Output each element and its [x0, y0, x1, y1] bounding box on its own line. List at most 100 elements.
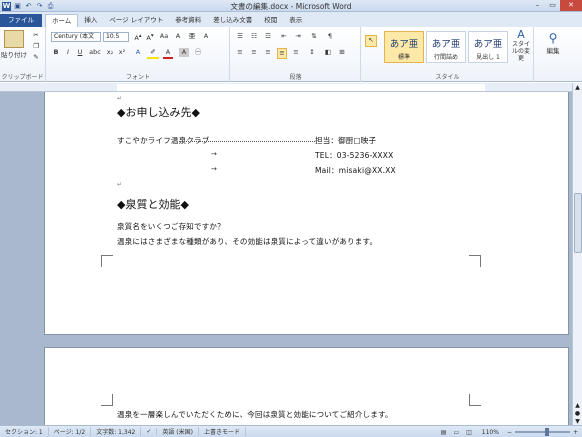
view-web-icon[interactable]: ◫	[464, 429, 474, 436]
minimize-button[interactable]: –	[530, 0, 545, 11]
style-heading1[interactable]: あア亜 見出し 1	[468, 31, 508, 63]
change-case-icon[interactable]: Aa	[159, 32, 169, 41]
style-inspector-icon[interactable]: ↖	[365, 35, 377, 47]
document-page-1[interactable]: ↵ ◆お申し込み先◆ すこやかライフ温泉クラブ 担当：御厨□映子 → TEL：0…	[44, 92, 569, 335]
find-icon[interactable]: ⚲	[541, 31, 565, 45]
tab-page-layout[interactable]: ページ レイアウト	[103, 14, 169, 27]
scroll-up-icon[interactable]: ▲	[573, 84, 582, 91]
editing-button[interactable]: 編集	[537, 47, 569, 56]
status-section[interactable]: セクション: 1	[0, 427, 49, 436]
change-styles-button[interactable]: A スタイルの変更	[510, 29, 532, 63]
ribbon-tabs: ファイル ホーム 挿入 ページ レイアウト 参考資料 差し込み文書 校閲 表示	[0, 12, 582, 27]
paste-icon[interactable]	[4, 30, 24, 48]
style-normal-name: 標準	[397, 54, 410, 61]
font-color-icon[interactable]: A	[163, 48, 173, 59]
grow-font-icon[interactable]: A▴	[133, 32, 143, 43]
tab-review[interactable]: 校閲	[258, 14, 283, 27]
close-button[interactable]: ✕	[560, 0, 582, 11]
bold-icon[interactable]: B	[51, 48, 61, 57]
view-fullscreen-icon[interactable]: ▭	[451, 429, 461, 436]
font-size-box[interactable]: 10.5	[103, 32, 129, 42]
vertical-scrollbar[interactable]: ▲ ▲ ● ▼	[572, 83, 582, 425]
borders-icon[interactable]: ⊞	[337, 48, 347, 57]
enclosed-char-icon[interactable]: ㊀	[193, 48, 203, 57]
paragraph-mark: ↵	[117, 181, 123, 188]
status-language[interactable]: 英語 (米国)	[157, 427, 199, 436]
zoom-out-icon[interactable]: −	[507, 429, 512, 436]
justify-icon[interactable]: ≡	[277, 48, 287, 59]
font-name-box[interactable]: Century (本文	[51, 32, 101, 42]
tab-references[interactable]: 参考資料	[169, 14, 207, 27]
multilevel-list-icon[interactable]: ☲	[263, 32, 273, 41]
zoom-in-icon[interactable]: +	[573, 429, 578, 436]
decrease-indent-icon[interactable]: ⇤	[279, 32, 289, 41]
status-bar: セクション: 1 ページ: 1/2 文字数: 1,342 ✓ 英語 (米国) 上…	[0, 425, 582, 437]
document-page-2[interactable]: 温泉を一層楽しんでいただくために、今回は泉質と効能についてご紹介します。	[44, 347, 569, 425]
tab-mailings[interactable]: 差し込み文書	[207, 14, 258, 27]
document-workspace: ↵ ◆お申し込み先◆ すこやかライフ温泉クラブ 担当：御厨□映子 → TEL：0…	[0, 92, 572, 425]
superscript-icon[interactable]: x²	[117, 48, 127, 57]
horizontal-ruler[interactable]	[0, 83, 572, 92]
view-print-layout-icon[interactable]: ▤	[439, 429, 449, 436]
maximize-button[interactable]: ▭	[545, 0, 560, 11]
tab-file[interactable]: ファイル	[0, 14, 42, 27]
text-effects-icon[interactable]: A	[133, 48, 143, 57]
clear-format-icon[interactable]: A	[173, 32, 183, 41]
increase-indent-icon[interactable]: ⇥	[293, 32, 303, 41]
scroll-thumb[interactable]	[574, 193, 582, 253]
font-group-label: フォント	[125, 74, 150, 81]
zoom-control: ▤ ▭ ◫ 110% − +	[439, 426, 578, 437]
tab-home[interactable]: ホーム	[45, 14, 79, 27]
tab-insert[interactable]: 挿入	[78, 14, 103, 27]
sort-icon[interactable]: ⇅	[309, 32, 319, 41]
line-spacing-icon[interactable]: ↕	[307, 48, 317, 57]
tab-view[interactable]: 表示	[283, 14, 308, 27]
ruler-text-area	[117, 84, 485, 91]
status-page[interactable]: ページ: 1/2	[49, 427, 92, 436]
status-proofing-icon[interactable]: ✓	[141, 428, 158, 435]
prev-page-icon[interactable]: ▲	[573, 402, 582, 409]
align-center-icon[interactable]: ≡	[249, 48, 259, 57]
paragraph-group: ☰ ☷ ☲ ⇤ ⇥ ⇅ ¶ ≡ ≡ ≡ ≡ ≡ ↕ ◧ ⊞ 段落	[231, 27, 361, 82]
crop-mark	[101, 394, 113, 406]
cut-icon[interactable]: ✂	[30, 31, 42, 40]
clipboard-group-label: クリップボード	[1, 74, 44, 81]
highlight-icon[interactable]: ✐	[147, 48, 159, 59]
style-normal[interactable]: あア亜 標準	[384, 31, 424, 63]
align-right-icon[interactable]: ≡	[263, 48, 273, 57]
numbering-icon[interactable]: ☷	[249, 32, 259, 41]
contact-name: 担当：御厨□映子	[315, 136, 377, 145]
style-no-spacing[interactable]: あア亜 行間詰め	[426, 31, 466, 63]
format-painter-icon[interactable]: ✎	[30, 53, 42, 62]
paragraph-mark: ↵	[117, 95, 123, 102]
zoom-slider[interactable]	[514, 428, 570, 436]
char-shading-icon[interactable]: A	[179, 48, 189, 57]
body-intro: 温泉を一層楽しんでいただくために、今回は泉質と効能についてご紹介します。	[117, 410, 393, 419]
title-bar: W ▣ ↶ ↷ ⎙ 文書の編集.docx - Microsoft Word – …	[0, 0, 582, 12]
status-overtype-mode[interactable]: 上書きモード	[199, 427, 246, 436]
char-border-icon[interactable]: A	[201, 32, 211, 41]
body-explanation: 温泉にはさまざまな種類があり、その効能は泉質によって違いがあります。	[117, 237, 378, 246]
copy-icon[interactable]: ❐	[30, 42, 42, 51]
zoom-level[interactable]: 110%	[477, 429, 504, 436]
status-word-count[interactable]: 文字数: 1,342	[91, 427, 142, 436]
strikethrough-icon[interactable]: abc	[89, 48, 101, 57]
paste-button[interactable]: 貼り付け	[0, 51, 28, 60]
change-styles-icon: A	[517, 28, 525, 41]
browse-object-icon[interactable]: ●	[573, 410, 582, 417]
show-marks-icon[interactable]: ¶	[325, 32, 335, 41]
subscript-icon[interactable]: x₂	[105, 48, 115, 57]
phonetic-guide-icon[interactable]: 亜	[187, 32, 197, 41]
window-controls: – ▭ ✕	[530, 0, 582, 11]
heading-application: ◆お申し込み先◆	[117, 106, 200, 119]
underline-icon[interactable]: U	[75, 48, 85, 57]
styles-group: ↖ あア亜 標準 あア亜 行間詰め あア亜 見出し 1 A スタイルの変更 スタイ…	[362, 27, 534, 82]
bullets-icon[interactable]: ☰	[235, 32, 245, 41]
align-left-icon[interactable]: ≡	[235, 48, 245, 57]
italic-icon[interactable]: I	[63, 48, 73, 57]
distributed-icon[interactable]: ≡	[291, 48, 301, 57]
shading-icon[interactable]: ◧	[323, 48, 333, 57]
next-page-icon[interactable]: ▼	[573, 418, 582, 425]
shrink-font-icon[interactable]: A▾	[145, 32, 155, 43]
styles-group-label: スタイル	[435, 74, 460, 81]
